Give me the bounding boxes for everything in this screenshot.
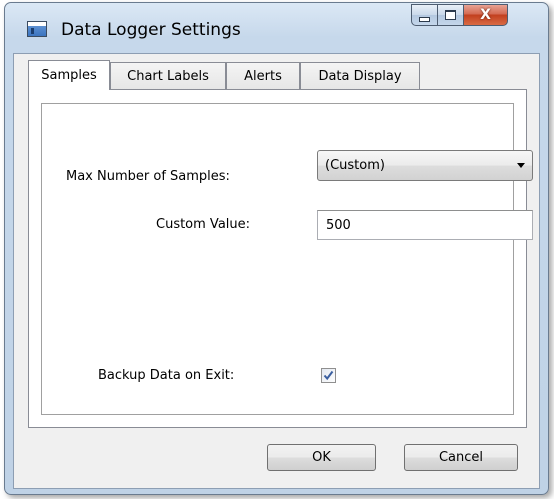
maximize-icon (445, 10, 456, 20)
close-button[interactable]: X (464, 4, 508, 26)
app-window-icon (27, 21, 47, 37)
tab-alerts[interactable]: Alerts (226, 62, 300, 90)
checkmark-icon (323, 370, 334, 381)
maximize-button[interactable] (438, 4, 464, 26)
tab-label: Chart Labels (127, 69, 209, 84)
dropdown-arrow-icon (517, 163, 525, 168)
minimize-icon (419, 16, 430, 22)
samples-tab-panel: Max Number of Samples: (Custom) Custom V… (28, 89, 533, 428)
window-title: Data Logger Settings (61, 20, 241, 40)
tab-label: Data Display (318, 69, 402, 84)
tab-data-display[interactable]: Data Display (300, 62, 420, 90)
dialog-client-area: Samples Chart Labels Alerts Data Display… (13, 53, 540, 489)
ok-button[interactable]: OK (267, 444, 376, 471)
cancel-button[interactable]: Cancel (404, 444, 518, 471)
backup-data-label: Backup Data on Exit: (98, 368, 235, 383)
custom-value-label: Custom Value: (156, 217, 251, 232)
tab-samples[interactable]: Samples (28, 60, 110, 90)
tab-label: Samples (41, 68, 97, 83)
max-samples-select[interactable]: (Custom) (317, 150, 533, 181)
samples-group-box: Max Number of Samples: (Custom) Custom V… (41, 103, 533, 415)
caption-buttons: X (411, 4, 508, 26)
minimize-button[interactable] (411, 4, 438, 26)
close-icon: X (480, 7, 491, 23)
max-samples-value: (Custom) (325, 158, 385, 173)
tab-chart-labels[interactable]: Chart Labels (110, 62, 226, 90)
custom-value-input[interactable]: 500 (317, 210, 533, 240)
custom-value-text: 500 (326, 217, 351, 233)
tab-label: Alerts (244, 69, 282, 84)
dialog-window: Data Logger Settings X Samples Chart Lab… (4, 2, 549, 495)
backup-data-checkbox[interactable] (321, 368, 336, 383)
max-samples-label: Max Number of Samples: (66, 169, 230, 184)
